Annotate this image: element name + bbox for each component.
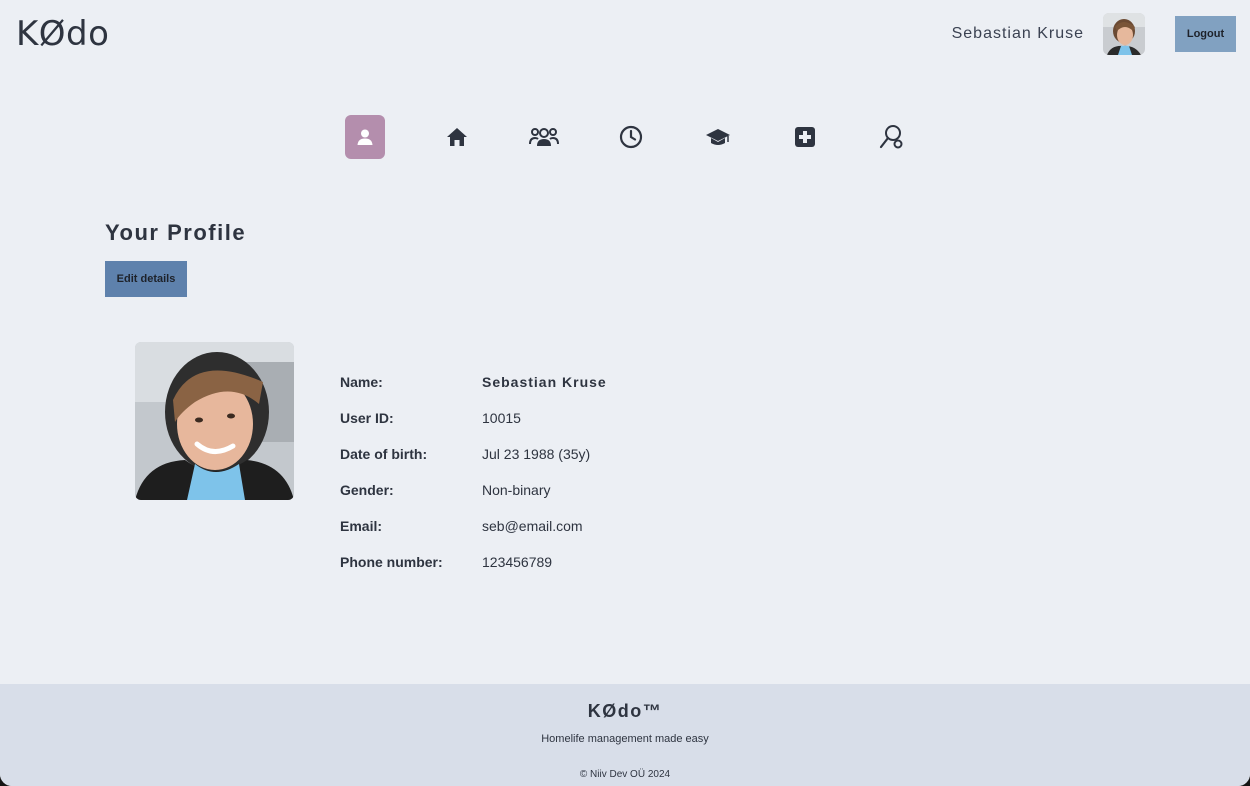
footer-tagline: Homelife management made easy (541, 733, 709, 745)
detail-value-name: Sebastian Kruse (482, 374, 607, 390)
nav-item-profile[interactable] (345, 115, 385, 159)
user-icon (357, 129, 373, 145)
detail-row-name: Name: Sebastian Kruse (340, 374, 740, 394)
detail-row-user-id: User ID: 10015 (340, 410, 740, 430)
edit-details-button[interactable]: Edit details (105, 261, 187, 297)
nav-item-health[interactable] (785, 115, 825, 159)
detail-label: Name: (340, 374, 383, 390)
clock-icon (619, 125, 643, 149)
detail-value-email: seb@email.com (482, 518, 583, 534)
app-logo[interactable]: KØdo (16, 14, 109, 54)
detail-value-dob: Jul 23 1988 (35y) (482, 446, 591, 462)
detail-label: Gender: (340, 482, 394, 498)
detail-row-email: Email: seb@email.com (340, 518, 740, 538)
graduation-cap-icon (706, 129, 730, 145)
detail-label: Phone number: (340, 554, 443, 570)
nav-item-education[interactable] (698, 115, 738, 159)
medical-plus-icon (795, 127, 815, 147)
nav-item-household[interactable] (524, 115, 564, 159)
detail-value-phone: 123456789 (482, 554, 553, 570)
key-search-icon (879, 125, 903, 149)
detail-value-gender: Non-binary (482, 482, 551, 498)
page-title: Your Profile (105, 220, 247, 245)
nav-item-home[interactable] (437, 115, 477, 159)
main-nav (0, 115, 1250, 159)
detail-row-phone: Phone number: 123456789 (340, 554, 740, 574)
app-window: KØdo Sebastian Kruse Logout Your Profile… (0, 0, 1250, 786)
nav-item-schedule[interactable] (611, 115, 651, 159)
logout-button[interactable]: Logout (1175, 16, 1236, 52)
detail-label: User ID: (340, 410, 394, 426)
home-icon (447, 128, 467, 146)
header-user-name: Sebastian Kruse (951, 25, 1084, 42)
footer: KØdo™ Homelife management made easy © Ni… (0, 684, 1250, 786)
users-group-icon (529, 128, 559, 146)
profile-photo (135, 342, 294, 500)
footer-copyright: © Niiv Dev OÜ 2024 (579, 769, 671, 780)
nav-item-admin[interactable] (872, 115, 912, 159)
detail-value-user-id: 10015 (482, 410, 521, 426)
detail-label: Date of birth: (340, 446, 428, 462)
header-avatar[interactable] (1103, 13, 1145, 55)
footer-brand: KØdo™ (587, 701, 663, 721)
detail-row-dob: Date of birth: Jul 23 1988 (35y) (340, 446, 740, 466)
detail-row-gender: Gender: Non-binary (340, 482, 740, 502)
detail-label: Email: (340, 518, 383, 534)
